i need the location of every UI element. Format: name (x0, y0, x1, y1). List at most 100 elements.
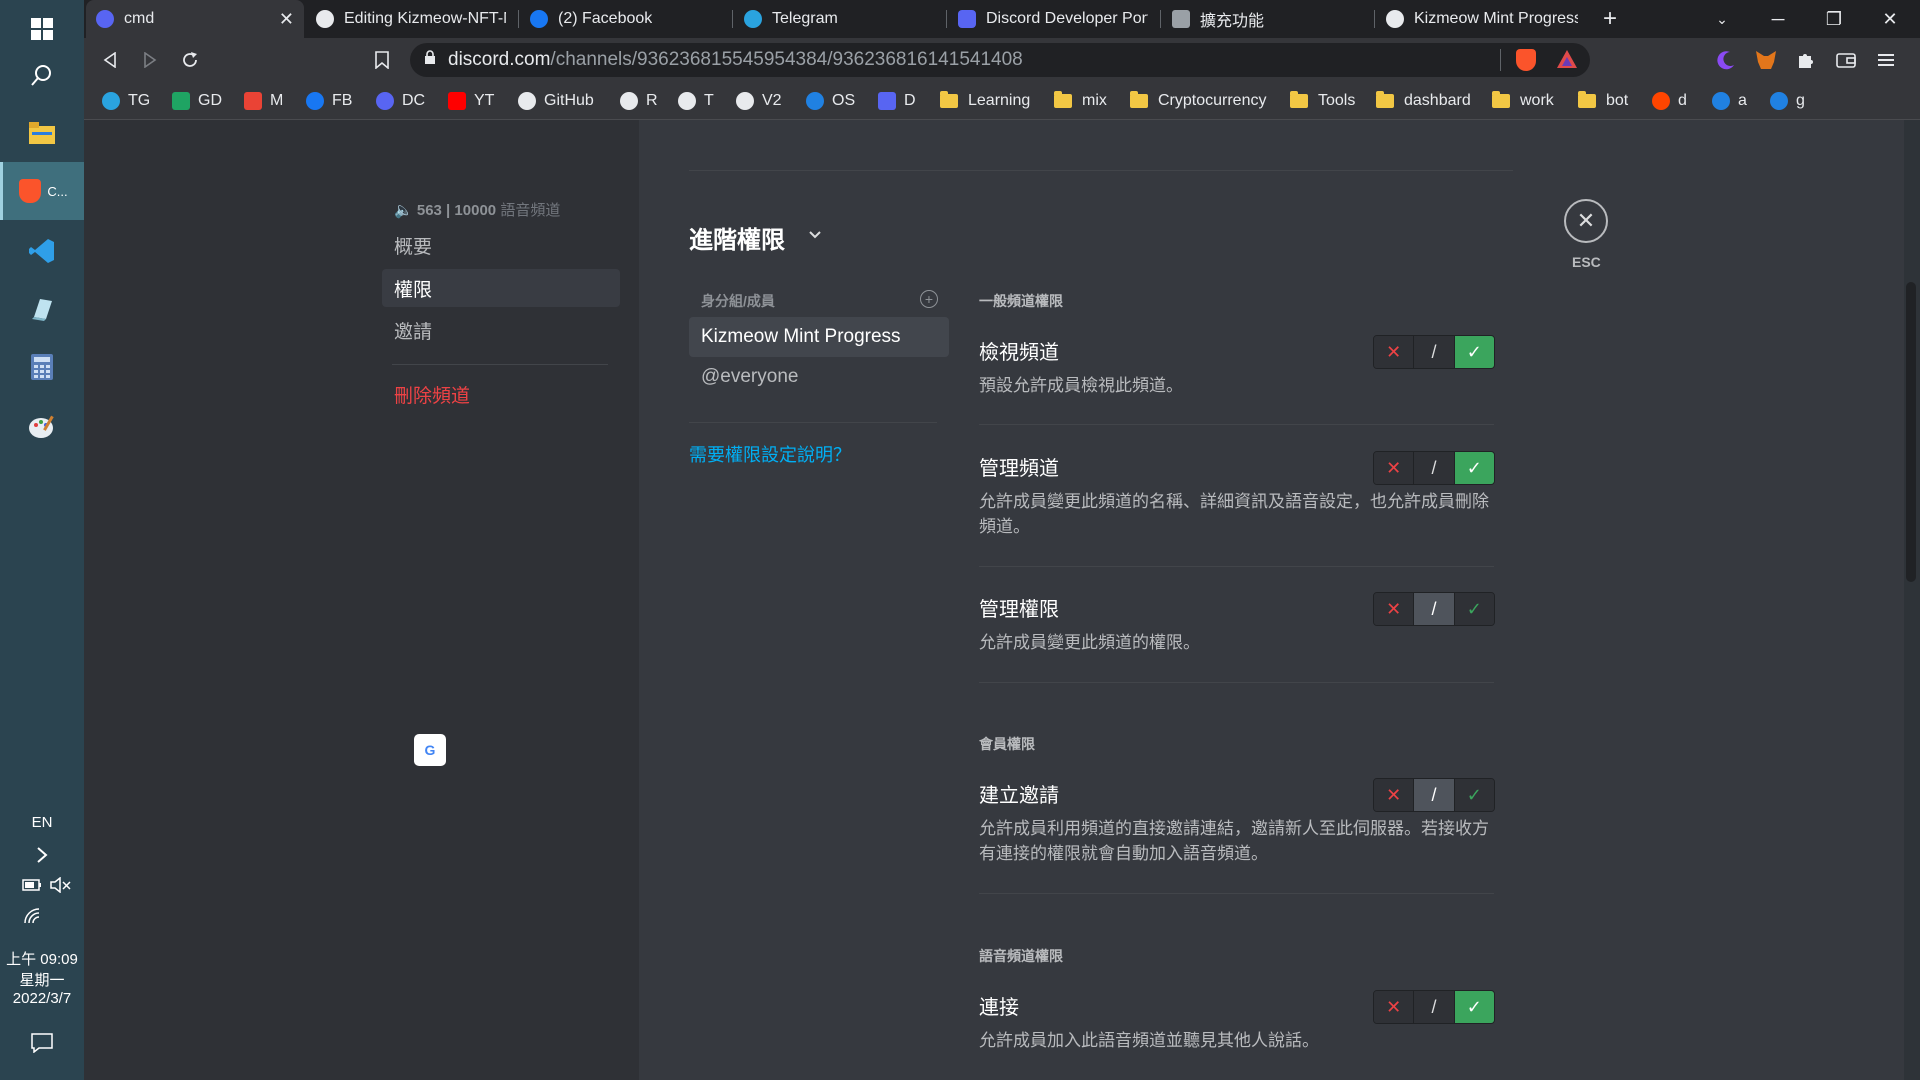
bookmark-folder-mix[interactable]: mix (1054, 90, 1107, 112)
clock-date[interactable]: 2022/3/7 (0, 990, 84, 1007)
tab-label: (2) Facebook (558, 10, 653, 27)
wallet-icon[interactable] (1834, 48, 1858, 72)
bookmark-folder-cryptocurrency[interactable]: Cryptocurrency (1130, 90, 1266, 112)
bookmark-folder-bot[interactable]: bot (1578, 90, 1628, 112)
address-bar[interactable]: discord.com/channels/936236815545954384/… (410, 43, 1590, 77)
bookmark-gd[interactable]: GD (172, 90, 222, 112)
bookmark-g[interactable]: g (1770, 90, 1805, 112)
chevron-down-icon[interactable] (808, 224, 822, 245)
perm-divider (979, 893, 1494, 894)
battery-icon[interactable] (22, 878, 42, 897)
bookmark-t[interactable]: T (678, 90, 714, 112)
chevron-right-icon[interactable] (0, 828, 84, 882)
deny-button[interactable]: ✕ (1374, 336, 1414, 368)
minimize-button[interactable]: ─ (1750, 0, 1806, 38)
add-role-button[interactable]: + (920, 290, 938, 308)
permissions-help-link[interactable]: 需要權限設定說明？ (689, 441, 851, 467)
close-settings-button[interactable]: ✕ (1564, 199, 1608, 243)
sidebar-item-overview[interactable]: 概要 (382, 226, 620, 264)
bookmark-fb[interactable]: FB (306, 90, 352, 112)
calculator-icon[interactable] (0, 338, 84, 396)
wifi-icon[interactable] (24, 908, 44, 929)
bookmark-d[interactable]: D (878, 90, 916, 112)
bookmark-folder-work[interactable]: work (1492, 90, 1554, 112)
bookmark-v2[interactable]: V2 (736, 90, 782, 112)
tab-telegram[interactable]: Telegram (734, 0, 944, 38)
tab-github[interactable]: Editing Kizmeow-NFT-M (306, 0, 516, 38)
settings-sidebar (84, 120, 639, 1080)
bookmark-page-button[interactable] (368, 46, 396, 74)
search-icon[interactable] (0, 46, 84, 104)
tab-discord-developer[interactable]: Discord Developer Porta (948, 0, 1158, 38)
restore-button[interactable]: ❐ (1806, 0, 1862, 38)
neutral-button[interactable]: / (1413, 991, 1455, 1023)
bookmark-label: Tools (1318, 92, 1356, 109)
opensea-icon (806, 92, 824, 110)
deny-button[interactable]: ✕ (1374, 452, 1414, 484)
back-button[interactable] (96, 46, 124, 74)
brave-rewards-icon[interactable] (1556, 49, 1578, 75)
bookmark-folder-tools[interactable]: Tools (1290, 90, 1355, 112)
bookmark-label: mix (1082, 92, 1107, 109)
bookmark-label: M (270, 92, 284, 109)
sidebar-item-permissions[interactable]: 權限 (382, 269, 620, 307)
brave-shields-icon[interactable] (1516, 49, 1536, 71)
role-item-kizmeow-mint-progress[interactable]: Kizmeow Mint Progress (689, 317, 949, 357)
deny-button[interactable]: ✕ (1374, 593, 1414, 625)
brave-taskbar-item[interactable]: C... (0, 162, 84, 220)
close-icon: ✕ (1576, 208, 1596, 233)
clock-time[interactable]: 上午 09:09 (0, 948, 84, 969)
reload-button[interactable] (176, 46, 204, 74)
tab-kizmeow[interactable]: Kizmeow Mint Progress (1376, 0, 1588, 38)
tab-search-chevron-icon[interactable]: ⌄ (1694, 0, 1750, 38)
clock-weekday[interactable]: 星期一 (0, 969, 84, 990)
sidebar-divider (392, 364, 608, 365)
bookmark-dc[interactable]: DC (376, 90, 425, 112)
allow-button[interactable]: ✓ (1454, 991, 1494, 1023)
neutral-button[interactable]: / (1413, 593, 1455, 625)
deny-button[interactable]: ✕ (1374, 779, 1414, 811)
metamask-icon[interactable] (1754, 48, 1778, 72)
bookmark-yt[interactable]: YT (448, 90, 494, 112)
tab-cmd[interactable]: cmd ✕ (86, 0, 304, 38)
bookmark-reddit[interactable]: d (1652, 90, 1687, 112)
neutral-button[interactable]: / (1413, 452, 1455, 484)
forward-button[interactable] (136, 46, 164, 74)
neutral-button[interactable]: / (1413, 336, 1455, 368)
bookmark-github[interactable]: GitHub (518, 90, 594, 112)
notes-app-icon[interactable] (0, 280, 84, 338)
scrollbar-track[interactable] (1904, 120, 1920, 1080)
volume-muted-icon[interactable] (50, 876, 72, 898)
close-window-button[interactable]: ✕ (1862, 0, 1918, 38)
bookmark-folder-learning[interactable]: Learning (940, 90, 1030, 112)
role-item-everyone[interactable]: @everyone (689, 357, 949, 397)
allow-button[interactable]: ✓ (1454, 593, 1494, 625)
vscode-icon[interactable] (0, 222, 84, 280)
file-explorer-icon[interactable] (0, 104, 84, 162)
allow-button[interactable]: ✓ (1454, 779, 1494, 811)
bookmark-os[interactable]: OS (806, 90, 855, 112)
menu-icon[interactable] (1874, 48, 1898, 72)
tab-facebook[interactable]: (2) Facebook (520, 0, 730, 38)
delete-channel-button[interactable]: 刪除頻道 (382, 375, 620, 413)
new-tab-button[interactable]: + (1588, 0, 1632, 38)
bookmark-label: OS (832, 92, 856, 109)
bookmark-folder-dashbard[interactable]: dashbard (1376, 90, 1471, 112)
bookmark-a[interactable]: a (1712, 90, 1747, 112)
scrollbar-thumb[interactable] (1906, 282, 1916, 582)
close-tab-icon[interactable]: ✕ (271, 9, 294, 30)
notification-icon[interactable] (31, 1033, 53, 1058)
bookmark-r[interactable]: R (620, 90, 658, 112)
neutral-button[interactable]: / (1413, 779, 1455, 811)
deny-button[interactable]: ✕ (1374, 991, 1414, 1023)
dark-mode-extension-icon[interactable] (1714, 48, 1738, 72)
allow-button[interactable]: ✓ (1454, 336, 1494, 368)
bookmark-m[interactable]: M (244, 90, 283, 112)
allow-button[interactable]: ✓ (1454, 452, 1494, 484)
translate-icon[interactable]: G (414, 734, 446, 766)
bookmark-tg[interactable]: TG (102, 90, 150, 112)
extensions-puzzle-icon[interactable] (1794, 48, 1818, 72)
paint-icon[interactable] (0, 398, 84, 456)
tab-extensions[interactable]: 擴充功能 (1162, 0, 1372, 38)
sidebar-item-invites[interactable]: 邀請 (382, 311, 620, 349)
